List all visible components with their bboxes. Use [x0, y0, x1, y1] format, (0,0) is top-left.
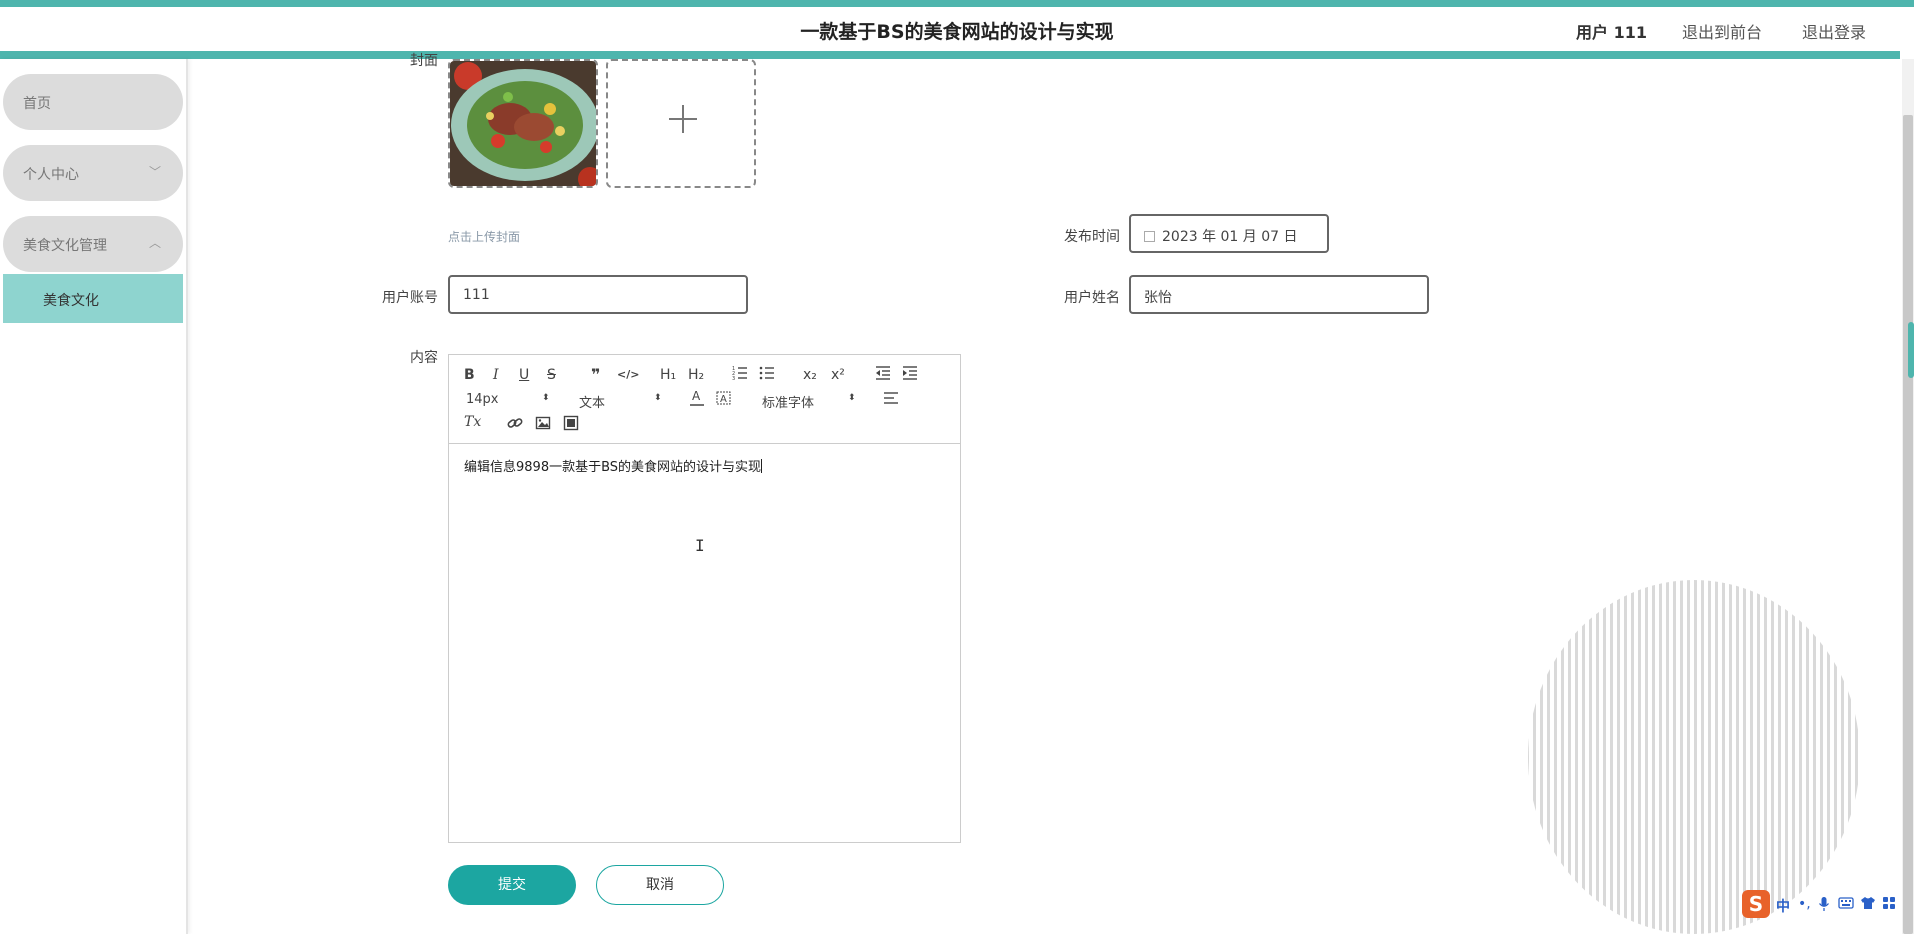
back-to-front-link[interactable]: 退出到前台 — [1682, 19, 1762, 43]
svg-text:A: A — [720, 394, 727, 405]
header-accent-bottom — [0, 51, 1900, 59]
chevron-down-icon: ﹀ — [148, 165, 161, 179]
submit-button[interactable]: 提交 — [448, 865, 576, 905]
account-label: 用户账号 — [382, 290, 438, 306]
sidebar-subitem-label: 美食文化 — [43, 293, 99, 309]
editor-toolbar: B I U S ❞ </> H₁ H₂ 123 x₂ x² 14px ⬍ 文本 … — [449, 355, 960, 444]
align-icon[interactable] — [883, 390, 899, 410]
header-select[interactable]: 文本 — [579, 392, 605, 411]
publish-time-value: 2023 年 01 月 07 日 — [1162, 229, 1298, 245]
user-label: 用户 111 — [1576, 23, 1647, 42]
toolbox-grid-icon[interactable] — [1882, 896, 1896, 914]
editor-content-text: 编辑信息9898一款基于BS的美食网站的设计与实现 — [464, 460, 762, 475]
publish-time-label: 发布时间 — [1064, 229, 1120, 245]
bullet-list-icon[interactable] — [759, 365, 775, 385]
link-icon[interactable] — [507, 415, 523, 435]
page-scrollbar-thumb[interactable] — [1903, 115, 1913, 934]
skin-shirt-icon[interactable] — [1860, 896, 1876, 914]
sidebar-item-personal-center[interactable]: 个人中心 ﹀ — [3, 145, 183, 201]
content-label: 内容 — [410, 350, 438, 366]
header-select-arrow-icon: ⬍ — [654, 393, 662, 403]
font-size-select[interactable]: 14px — [466, 392, 499, 407]
calendar-icon — [1144, 231, 1155, 242]
font-family-select[interactable]: 标准字体 — [762, 392, 814, 411]
sidebar: 首页 个人中心 ﹀ 美食文化管理 ︿ 美食文化 — [0, 59, 188, 934]
chevron-up-icon: ︿ — [148, 236, 161, 250]
superscript-icon[interactable]: x² — [831, 367, 845, 383]
publish-time-field[interactable]: 2023 年 01 月 07 日 — [1129, 214, 1329, 253]
sidebar-item-home[interactable]: 首页 — [3, 74, 183, 130]
cover-image[interactable] — [448, 59, 598, 188]
font-size-select-arrow-icon: ⬍ — [542, 393, 550, 403]
name-value: 张怡 — [1144, 290, 1172, 306]
ime-language-toggle[interactable]: 中 — [1776, 896, 1790, 916]
cover-upload-hint: 点击上传封面 — [448, 230, 521, 244]
ime-toolbar: S 中 •, — [1738, 890, 1902, 920]
scroll-position-marker — [1908, 322, 1914, 378]
strike-icon[interactable]: S — [547, 367, 556, 383]
sidebar-item-label: 首页 — [23, 96, 51, 112]
punctuation-icon[interactable]: •, — [1798, 896, 1811, 912]
keyboard-icon[interactable] — [1838, 896, 1854, 914]
bold-icon[interactable]: B — [464, 367, 475, 383]
account-value: 111 — [463, 287, 490, 303]
cancel-button[interactable]: 取消 — [596, 865, 724, 905]
code-icon[interactable]: </> — [617, 368, 639, 381]
image-icon[interactable] — [535, 415, 551, 435]
sidebar-subitem-food-culture[interactable]: 美食文化 — [3, 274, 183, 323]
cover-label: 封面 — [410, 53, 438, 69]
sidebar-item-label: 个人中心 — [23, 167, 79, 183]
clear-format-icon[interactable]: Tx — [464, 414, 481, 430]
logout-link[interactable]: 退出登录 — [1802, 19, 1866, 43]
svg-text:A: A — [692, 389, 701, 403]
h1-icon[interactable]: H₁ — [660, 367, 676, 383]
video-icon[interactable] — [563, 415, 579, 435]
blockquote-icon[interactable]: ❞ — [591, 365, 600, 384]
font-family-select-arrow-icon: ⬍ — [848, 393, 856, 403]
text-color-icon[interactable]: A — [689, 389, 705, 411]
name-label: 用户姓名 — [1064, 290, 1120, 306]
background-color-icon[interactable]: A — [716, 389, 732, 411]
svg-text:3: 3 — [732, 376, 735, 381]
plus-icon-vertical — [682, 105, 684, 133]
food-photo-icon — [450, 61, 596, 186]
microphone-icon[interactable] — [1818, 896, 1830, 916]
mouse-ibeam-cursor-icon: I — [695, 536, 705, 555]
cover-upload-button[interactable] — [606, 59, 756, 188]
sogou-logo-icon[interactable]: S — [1742, 890, 1770, 918]
decorative-striped-circle — [1528, 580, 1860, 934]
text-caret — [761, 459, 763, 473]
outdent-icon[interactable] — [875, 365, 891, 385]
sidebar-item-label: 美食文化管理 — [23, 238, 107, 254]
sidebar-item-food-culture-management[interactable]: 美食文化管理 ︿ — [3, 216, 183, 272]
rich-text-editor: B I U S ❞ </> H₁ H₂ 123 x₂ x² 14px ⬍ 文本 … — [448, 354, 961, 843]
italic-icon[interactable]: I — [493, 367, 499, 383]
account-field[interactable]: 111 — [448, 275, 748, 314]
editor-content[interactable]: 编辑信息9898一款基于BS的美食网站的设计与实现 — [464, 456, 763, 475]
indent-icon[interactable] — [902, 365, 918, 385]
underline-icon[interactable]: U — [519, 367, 529, 383]
name-field[interactable]: 张怡 — [1129, 275, 1429, 314]
ordered-list-icon[interactable]: 123 — [732, 365, 748, 385]
header-accent-top — [0, 0, 1914, 7]
h2-icon[interactable]: H₂ — [688, 367, 704, 383]
subscript-icon[interactable]: x₂ — [803, 367, 817, 383]
